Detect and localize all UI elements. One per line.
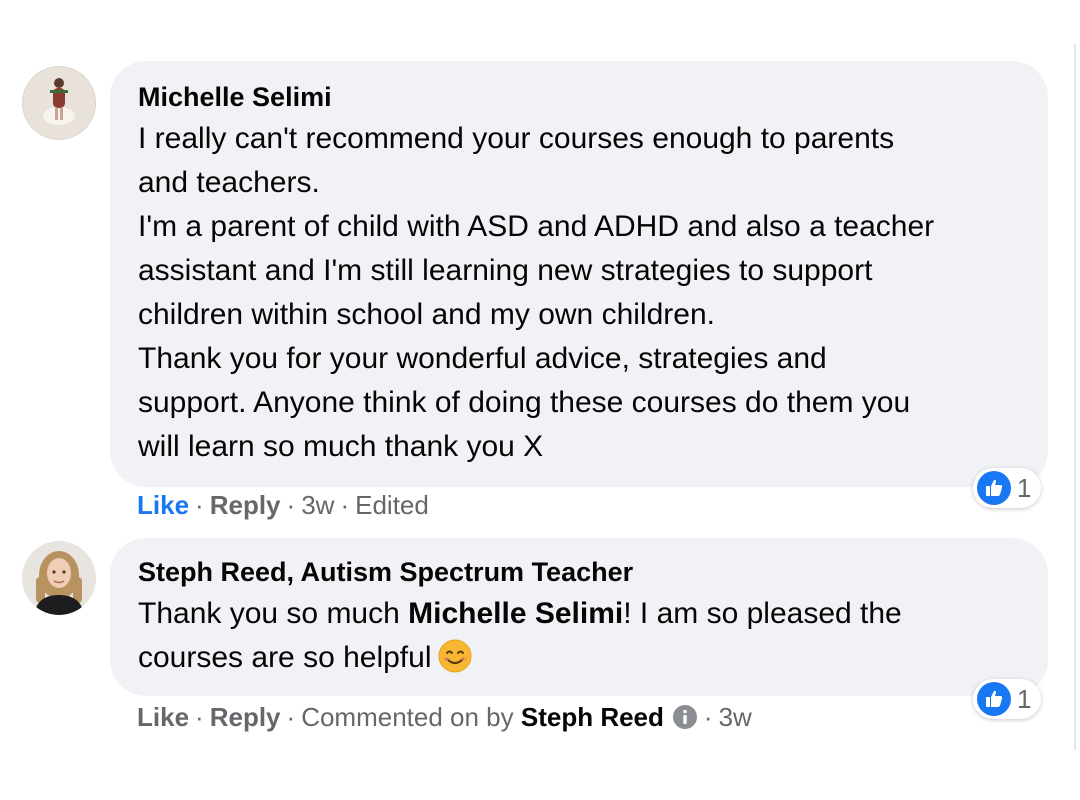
thumbs-up-icon bbox=[977, 471, 1011, 505]
timestamp[interactable]: 3w bbox=[301, 490, 334, 520]
commented-on-by-label: Commented on by bbox=[301, 702, 514, 732]
comment-line: I really can't recommend your courses en… bbox=[138, 122, 895, 155]
comment-author[interactable]: Michelle Selimi bbox=[138, 81, 1020, 113]
like-button[interactable]: Like bbox=[137, 490, 189, 520]
text-after: ! I am so pleased the bbox=[623, 597, 902, 630]
text-before: Thank you so much bbox=[138, 597, 409, 630]
comment-line: Thank you so much Michelle Selimi! I am … bbox=[138, 592, 1020, 636]
comment-line: courses are so helpful bbox=[138, 636, 1020, 680]
comment-text: Thank you so much Michelle Selimi! I am … bbox=[138, 592, 1020, 680]
reaction-count: 1 bbox=[1017, 472, 1032, 503]
comment-bubble: Steph Reed, Autism Spectrum Teacher Than… bbox=[110, 538, 1048, 696]
separator: · bbox=[703, 702, 713, 732]
comment-line: Thank you for your wonderful advice, str… bbox=[138, 342, 827, 375]
separator: · bbox=[340, 490, 350, 520]
comment-line: children within school and my own childr… bbox=[138, 298, 715, 331]
comment-author[interactable]: Steph Reed, Autism Spectrum Teacher bbox=[138, 556, 1020, 588]
edited-label[interactable]: Edited bbox=[355, 490, 429, 520]
separator: · bbox=[286, 490, 296, 520]
reply-button[interactable]: Reply bbox=[210, 702, 281, 732]
comment-line: I'm a parent of child with ASD and ADHD … bbox=[138, 210, 935, 243]
right-divider bbox=[1074, 44, 1076, 750]
comment-line: assistant and I'm still learning new str… bbox=[138, 254, 873, 287]
avatar[interactable] bbox=[22, 66, 96, 140]
comment-actions: Like · Reply · 3w · Edited bbox=[137, 490, 429, 521]
reaction-summary[interactable]: 1 bbox=[973, 468, 1042, 508]
comment-line: support. Anyone think of doing these cou… bbox=[138, 386, 911, 419]
mention-link[interactable]: Michelle Selimi bbox=[408, 597, 623, 630]
info-icon[interactable] bbox=[672, 704, 698, 730]
like-button[interactable]: Like bbox=[137, 702, 189, 732]
line-text: courses are so helpful bbox=[138, 641, 432, 674]
thumbs-up-icon bbox=[977, 682, 1011, 716]
comment-line: and teachers. bbox=[138, 166, 320, 199]
timestamp[interactable]: 3w bbox=[719, 702, 752, 732]
separator: · bbox=[195, 702, 204, 732]
comment-text: I really can't recommend your courses en… bbox=[138, 117, 1020, 469]
reaction-summary[interactable]: 1 bbox=[973, 679, 1042, 719]
commenter-name-link[interactable]: Steph Reed bbox=[521, 702, 664, 732]
comment-line: will learn so much thank you X bbox=[138, 430, 544, 463]
comment-bubble: Michelle Selimi I really can't recommend… bbox=[110, 61, 1048, 487]
separator: · bbox=[195, 490, 204, 520]
reply-button[interactable]: Reply bbox=[210, 490, 281, 520]
comment-actions: Like · Reply · Commented on by Steph Reed · 3… bbox=[137, 702, 752, 733]
reaction-count: 1 bbox=[1017, 683, 1032, 714]
smiling-face-icon bbox=[438, 639, 472, 673]
avatar[interactable] bbox=[22, 541, 96, 615]
separator: · bbox=[286, 702, 296, 732]
